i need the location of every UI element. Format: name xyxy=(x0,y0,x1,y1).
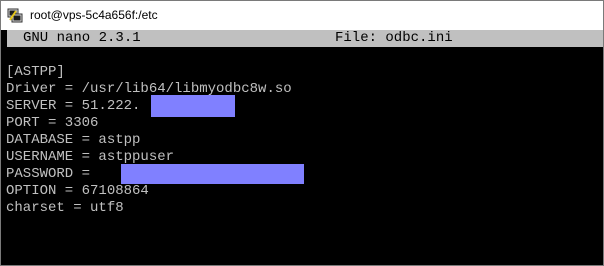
nano-header-bar: GNU nano 2.3.1 File: odbc.ini xyxy=(7,30,603,47)
file-line: Driver = /usr/lib64/libmyodbc8w.so xyxy=(6,81,292,97)
terminal-window: root@vps-5c4a656f:/etc GNU nano 2.3.1 Fi… xyxy=(0,0,604,266)
file-line: PASSWORD = xyxy=(6,166,99,182)
nano-filename: File: odbc.ini xyxy=(335,30,453,46)
file-line: [ASTPP] xyxy=(6,64,65,80)
putty-terminal-icon xyxy=(7,7,23,23)
file-line: SERVER = 51.222. xyxy=(6,98,141,114)
window-title: root@vps-5c4a656f:/etc xyxy=(30,8,158,22)
redaction-box xyxy=(151,95,235,117)
nano-version: GNU nano 2.3.1 xyxy=(23,30,141,46)
title-bar[interactable]: root@vps-5c4a656f:/etc xyxy=(1,1,603,30)
file-line: OPTION = 67108864 xyxy=(6,183,149,199)
terminal-screen[interactable]: GNU nano 2.3.1 File: odbc.ini [ASTPP] Dr… xyxy=(1,30,603,265)
file-line: PORT = 3306 xyxy=(6,115,99,131)
redaction-box xyxy=(121,164,304,184)
file-line: charset = utf8 xyxy=(6,200,124,216)
file-line: DATABASE = astpp xyxy=(6,132,141,148)
